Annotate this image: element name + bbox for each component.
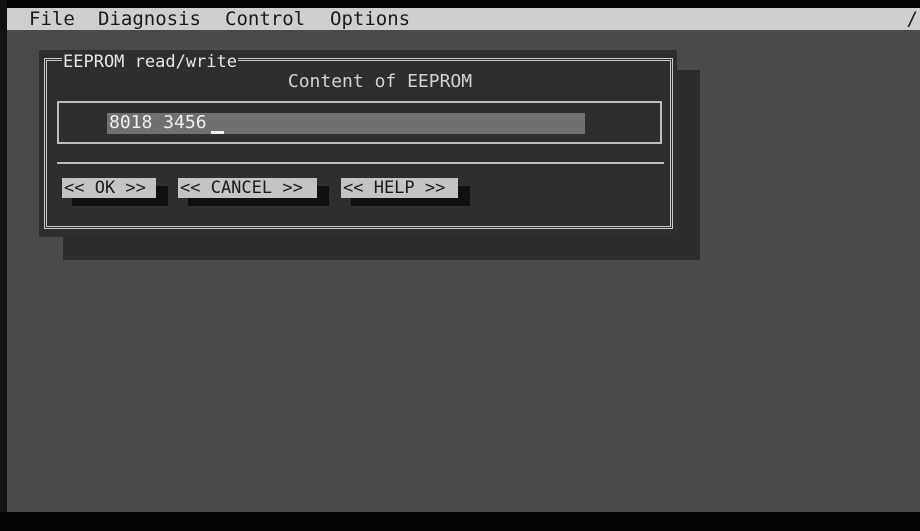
bottom-status-bar — [0, 512, 920, 531]
content-label: Content of EEPROM — [287, 71, 473, 92]
menu-bar: File Diagnosis Control Options / — [7, 8, 920, 30]
menu-file[interactable]: File — [26, 8, 78, 30]
dos-screen: File Diagnosis Control Options / EEPROM … — [0, 0, 920, 531]
help-button[interactable]: << HELP >> — [341, 178, 458, 198]
dialog-separator — [57, 162, 664, 164]
menu-diagnosis[interactable]: Diagnosis — [95, 8, 204, 30]
ok-button[interactable]: << OK >> — [62, 178, 156, 198]
text-cursor — [211, 131, 224, 134]
cancel-button[interactable]: << CANCEL >> — [178, 178, 317, 198]
menu-options[interactable]: Options — [327, 8, 413, 30]
eeprom-content-value[interactable]: 8018 3456 — [109, 112, 207, 134]
menu-corner-glyph: / — [906, 8, 918, 30]
dialog-title: EEPROM read/write — [62, 51, 238, 73]
menu-control[interactable]: Control — [222, 8, 308, 30]
